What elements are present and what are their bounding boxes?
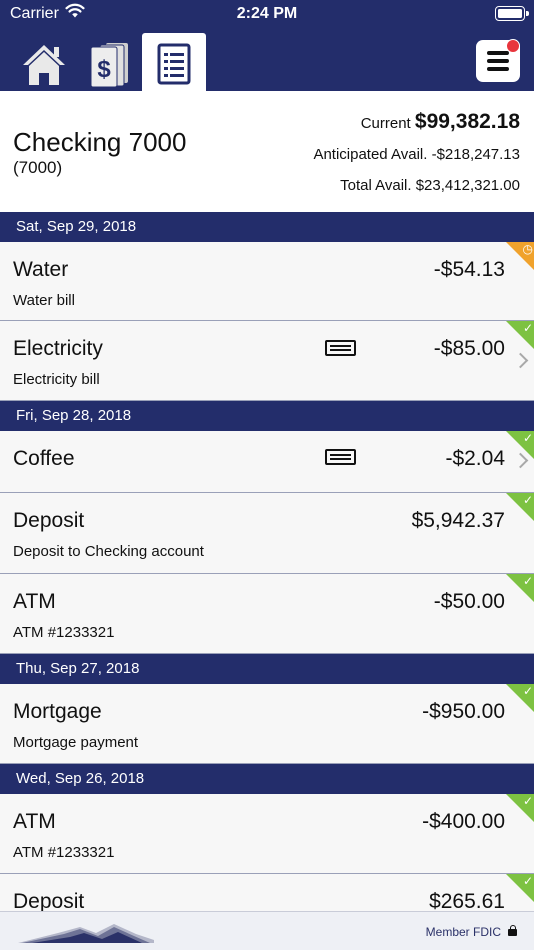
account-summary: Checking 7000 (7000) Current $99,382.18 … — [0, 91, 534, 212]
transaction-name: Electricity — [13, 337, 103, 360]
transaction-amount: $5,942.37 — [411, 509, 505, 532]
transaction-amount: -$950.00 — [422, 700, 505, 723]
clock-label: 2:24 PM — [236, 5, 298, 22]
transaction-name: Mortgage — [13, 700, 102, 723]
transaction-name: ATM — [13, 810, 56, 833]
transaction-amount: -$50.00 — [433, 590, 505, 613]
transaction-name: Coffee — [13, 447, 75, 470]
notification-dot — [506, 39, 520, 53]
card-icon — [325, 449, 356, 465]
transaction-description: Deposit to Checking account — [13, 543, 204, 560]
total-balance-label: Total Avail. — [340, 177, 412, 194]
lock-icon — [508, 925, 517, 936]
status-bar: Carrier 2:24 PM — [0, 0, 534, 30]
member-fdic-label: Member FDIC — [425, 925, 501, 939]
transaction-row[interactable]: Electricity Electricity bill -$85.00 ✓ — [0, 321, 534, 401]
battery-icon — [495, 6, 529, 21]
transaction-description: ATM #1233321 — [13, 844, 115, 861]
home-icon — [23, 45, 65, 85]
account-number: (7000) — [13, 158, 63, 177]
mountain-logo-icon — [18, 918, 154, 949]
date-header: Fri, Sep 28, 2018 — [0, 401, 534, 431]
anticipated-balance: Anticipated Avail. -$218,247.13 — [313, 146, 520, 163]
transaction-amount: -$400.00 — [422, 810, 505, 833]
chevron-right-icon — [512, 352, 529, 369]
total-balance-amount: $23,412,321.00 — [415, 177, 520, 194]
transaction-row[interactable]: ATM ATM #1233321 -$400.00 ✓ — [0, 794, 534, 874]
transaction-description: Mortgage payment — [13, 734, 139, 751]
current-balance: Current $99,382.18 — [361, 110, 520, 134]
transaction-row[interactable]: ATM ATM #1233321 -$50.00 ✓ — [0, 574, 534, 654]
register-icon — [157, 43, 191, 85]
transaction-row[interactable]: Coffee -$2.04 ✓ — [0, 431, 534, 493]
tab-home[interactable] — [12, 33, 76, 91]
transaction-description: ATM #1233321 — [13, 624, 115, 641]
account-name: Checking 7000 — [13, 127, 187, 157]
date-header: Sat, Sep 29, 2018 — [0, 212, 534, 242]
transaction-description: Water bill — [13, 292, 75, 309]
footer: Member FDIC — [0, 911, 534, 950]
total-balance: Total Avail. $23,412,321.00 — [340, 177, 520, 194]
anticipated-balance-amount: -$218,247.13 — [431, 146, 520, 163]
card-icon — [325, 340, 356, 356]
transaction-name: ATM — [13, 590, 56, 613]
transaction-row[interactable]: Deposit Deposit to Checking account $5,9… — [0, 493, 534, 574]
app-header: Carrier 2:24 PM $ — [0, 0, 534, 91]
anticipated-balance-label: Anticipated Avail. — [313, 146, 428, 163]
svg-text:$: $ — [97, 56, 111, 83]
transaction-name: Deposit — [13, 509, 85, 532]
money-icon: $ — [90, 43, 128, 88]
tab-register[interactable] — [142, 33, 206, 91]
transaction-row[interactable]: Mortgage Mortgage payment -$950.00 ✓ — [0, 684, 534, 764]
transaction-amount: -$85.00 — [433, 337, 505, 360]
transaction-row[interactable]: Water Water bill -$54.13 ◷ — [0, 242, 534, 321]
date-header: Wed, Sep 26, 2018 — [0, 764, 534, 794]
tab-money[interactable]: $ — [78, 33, 142, 91]
transaction-description: Electricity bill — [13, 371, 100, 388]
transaction-row[interactable]: Deposit $265.61 ✓ — [0, 874, 534, 914]
date-header: Thu, Sep 27, 2018 — [0, 654, 534, 684]
transaction-name: Water — [13, 258, 69, 281]
transaction-amount: -$2.04 — [445, 447, 505, 470]
current-balance-label: Current — [360, 115, 411, 132]
current-balance-amount: $99,382.18 — [414, 110, 520, 133]
transaction-amount: -$54.13 — [433, 258, 505, 281]
